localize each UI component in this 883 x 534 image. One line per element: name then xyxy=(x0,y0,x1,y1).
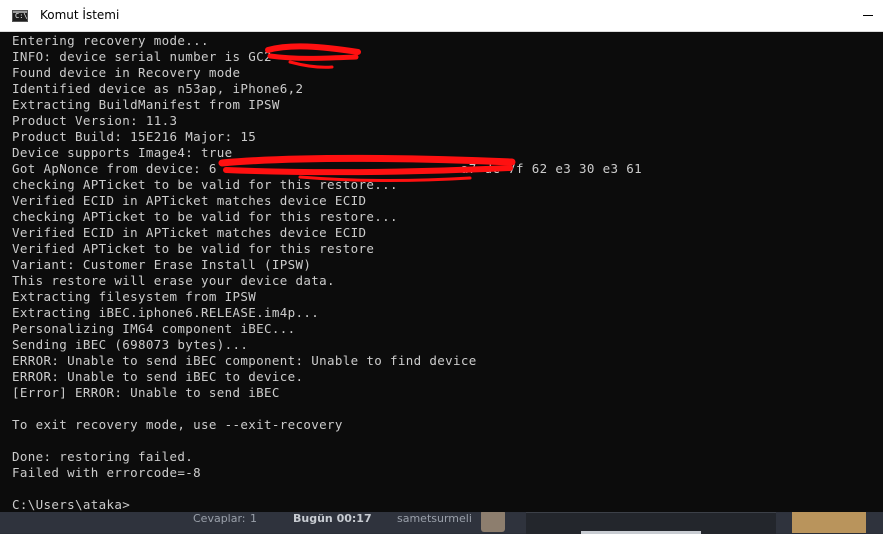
redaction-marks xyxy=(218,43,516,182)
redaction-serial xyxy=(265,43,361,55)
avatar[interactable] xyxy=(481,510,505,532)
replies-label: Cevaplar: xyxy=(193,512,246,525)
redaction-apnonce xyxy=(218,154,516,167)
post-username[interactable]: sametsurmeli xyxy=(397,512,472,525)
redaction-serial xyxy=(288,60,334,69)
replies-count: 1 xyxy=(250,512,257,525)
command-prompt-window[interactable]: C:\ Komut İstemi Entering recovery mode.… xyxy=(0,0,883,512)
redaction-serial xyxy=(267,53,359,61)
redaction-apnonce xyxy=(223,165,513,176)
redaction-apnonce xyxy=(298,175,472,182)
background-side-panel xyxy=(526,512,776,534)
background-gold-block xyxy=(792,510,866,533)
post-time: Bugün 00:17 xyxy=(293,512,372,525)
